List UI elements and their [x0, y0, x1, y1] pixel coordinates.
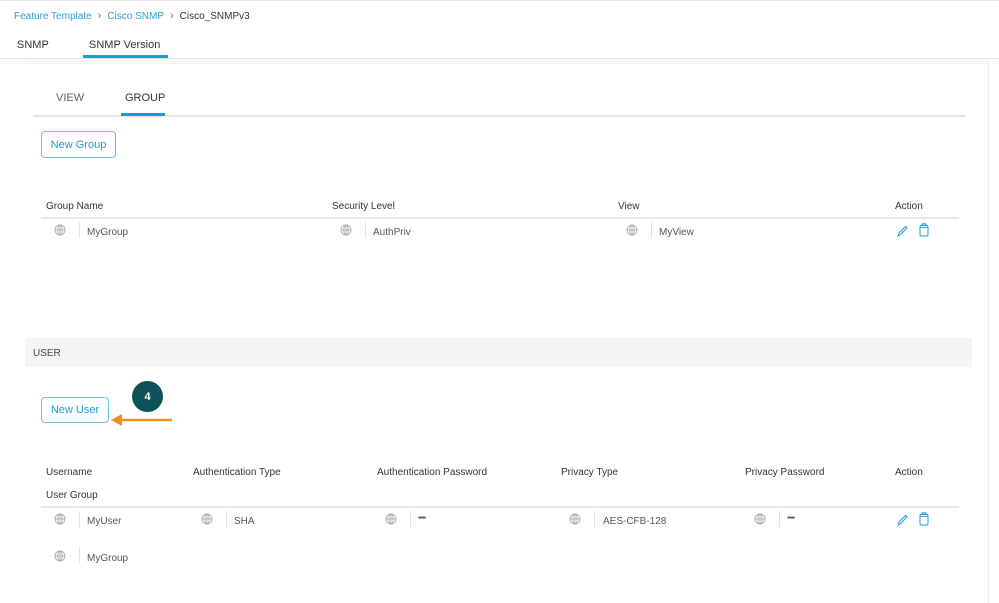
column-header-auth-password: Authentication Password: [377, 467, 488, 478]
active-subtab-indicator: [121, 113, 165, 116]
cell-divider: [594, 511, 595, 527]
chevron-right-icon: ›: [97, 10, 102, 22]
column-header-security-level: Security Level: [332, 201, 395, 212]
column-header-user-group: User Group: [46, 490, 98, 501]
tab-view[interactable]: VIEW: [56, 92, 84, 104]
pencil-icon[interactable]: [896, 224, 908, 238]
new-user-button[interactable]: New User: [41, 397, 109, 423]
arrow-left-icon: [111, 414, 172, 426]
globe-icon[interactable]: [201, 513, 213, 525]
privacy-type-value: AES-CFB-128: [603, 516, 667, 527]
cell-divider: [79, 511, 80, 527]
username-value: MyUser: [87, 516, 122, 527]
tab-snmp[interactable]: SNMP: [17, 39, 49, 51]
view-value: MyView: [659, 227, 694, 238]
globe-icon[interactable]: [569, 513, 581, 525]
breadcrumb-feature-template[interactable]: Feature Template: [14, 11, 92, 22]
globe-icon[interactable]: [54, 224, 66, 236]
header-divider: [41, 217, 959, 219]
breadcrumb: Feature Template › Cisco SNMP › Cisco_SN…: [14, 10, 250, 22]
user-group-value: MyGroup: [87, 553, 129, 564]
main-tabs: SNMP SNMP Version: [0, 33, 999, 59]
user-section-title: USER: [33, 348, 61, 359]
globe-icon[interactable]: [54, 513, 66, 525]
column-header-privacy-password: Privacy Password: [745, 467, 825, 478]
auth-password-value: •••••: [418, 515, 426, 522]
security-level-value: AuthPriv: [373, 227, 411, 238]
column-header-auth-type: Authentication Type: [193, 467, 281, 478]
globe-icon[interactable]: [54, 550, 66, 562]
pencil-icon[interactable]: [896, 513, 908, 527]
tab-group[interactable]: GROUP: [125, 92, 165, 104]
trash-icon[interactable]: [918, 223, 930, 237]
column-header-action: Action: [895, 467, 923, 478]
breadcrumb-cisco-snmp[interactable]: Cisco SNMP: [107, 11, 164, 22]
new-group-button[interactable]: New Group: [41, 131, 116, 158]
cell-divider: [779, 511, 780, 527]
group-name-value: MyGroup: [87, 227, 129, 238]
globe-icon[interactable]: [626, 224, 638, 236]
active-tab-indicator: [83, 55, 168, 58]
cell-divider: [79, 222, 80, 238]
privacy-password-value: •••••: [787, 515, 795, 522]
globe-icon[interactable]: [385, 513, 397, 525]
column-header-username: Username: [46, 467, 93, 478]
cell-divider: [79, 547, 80, 563]
top-border: [0, 0, 999, 1]
step-callout-badge: 4: [132, 381, 163, 412]
column-header-action: Action: [895, 201, 923, 212]
content-top-shade: [25, 60, 989, 64]
trash-icon[interactable]: [918, 512, 930, 526]
cell-divider: [651, 222, 652, 238]
sub-tabs-divider: [33, 115, 965, 117]
breadcrumb-current: Cisco_SNMPv3: [179, 10, 250, 22]
cell-divider: [410, 511, 411, 527]
auth-type-value: SHA: [234, 516, 255, 527]
globe-icon[interactable]: [340, 224, 352, 236]
tab-snmp-version[interactable]: SNMP Version: [89, 39, 160, 51]
cell-divider: [226, 511, 227, 527]
globe-icon[interactable]: [754, 513, 766, 525]
column-header-view: View: [618, 201, 640, 212]
content-border: [988, 60, 989, 603]
column-header-privacy-type: Privacy Type: [561, 467, 619, 478]
header-divider: [41, 506, 959, 508]
chevron-right-icon: ›: [170, 10, 174, 22]
user-section-header: USER: [25, 338, 972, 367]
column-header-group-name: Group Name: [46, 201, 104, 212]
cell-divider: [365, 222, 366, 238]
